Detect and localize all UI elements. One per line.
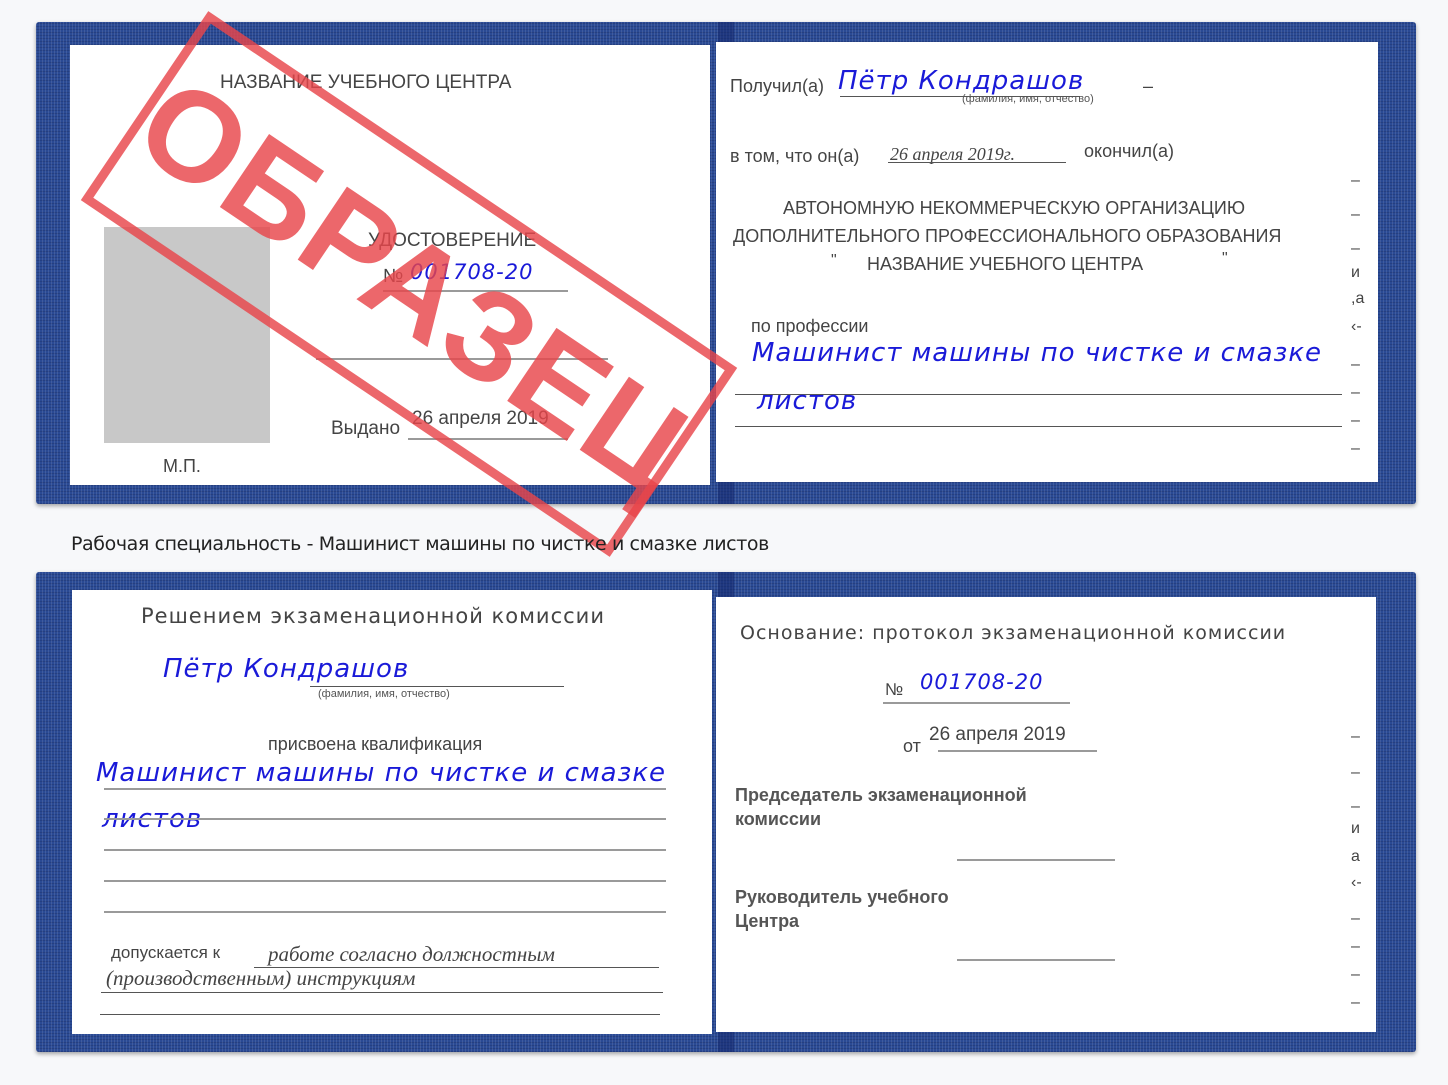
admitted-text-line2: (производственным) инструкциям [106, 966, 416, 990]
edge-mark: ‹- [1351, 874, 1362, 891]
issued-date: 26 апреля 2019 [412, 408, 549, 429]
certificate-number-prefix: № [383, 266, 404, 287]
recipient-name: Пётр Кондрашов [838, 66, 1085, 96]
recipient-name-hint: (фамилия, имя, отчество) [962, 93, 1094, 105]
person-name-underline [310, 686, 564, 687]
org-full-name-line1: АВТОНОМНУЮ НЕКОММЕРЧЕСКУЮ ОРГАНИЗАЦИЮ [783, 198, 1246, 218]
certificate-number-value: 001708-20 [410, 260, 534, 284]
org-open-quote: " [831, 252, 837, 269]
protocol-date-underline [938, 750, 1097, 752]
completed-label: окончил(а) [1084, 141, 1174, 161]
completion-date-underline [888, 162, 1066, 163]
org-full-name-line2: ДОПОЛНИТЕЛЬНОГО ПРОФЕССИОНАЛЬНОГО ОБРАЗО… [733, 226, 1282, 246]
qualification-underline-1 [104, 788, 666, 790]
specialty-caption: Рабочая специальность - Машинист машины … [71, 533, 769, 555]
head-label-line2: Центра [735, 911, 800, 931]
basis-heading: Основание: протокол экзаменационной коми… [740, 622, 1287, 644]
edge-mark: – [1351, 240, 1360, 257]
person-name: Пётр Кондрашов [163, 654, 410, 684]
head-label-line1: Руководитель учебного [735, 887, 949, 907]
edge-mark: – [1351, 356, 1360, 373]
person-name-hint: (фамилия, имя, отчество) [318, 688, 450, 700]
protocol-date-prefix: от [903, 736, 921, 756]
edge-mark: – [1351, 938, 1360, 955]
admitted-text-line1: работе согласно должностным [268, 942, 555, 966]
protocol-number-prefix: № [885, 680, 904, 699]
admitted-underline-2 [101, 992, 663, 993]
edge-mark: – [1351, 728, 1360, 745]
org-close-quote: " [1222, 250, 1228, 267]
edge-mark: – [1351, 910, 1360, 927]
photo-placeholder [104, 227, 270, 443]
certificate-title: УДОСТОВЕРЕНИЕ [368, 230, 537, 251]
edge-mark: – [1351, 440, 1360, 457]
edge-mark: – [1351, 798, 1360, 815]
that-label: в том, что он(а) [730, 146, 860, 166]
recipient-dash: – [1143, 76, 1154, 96]
edge-mark: – [1351, 994, 1360, 1011]
chairman-label-line1: Председатель экзаменационной [735, 785, 1027, 805]
protocol-number-underline [883, 702, 1070, 704]
qualification-underline-5 [104, 911, 666, 913]
qualification-underline-4 [104, 880, 666, 882]
protocol-number-value: 001708-20 [920, 670, 1044, 694]
qualification-underline-3 [104, 849, 666, 851]
profession-label: по профессии [751, 316, 869, 336]
admitted-label: допускается к [111, 943, 221, 962]
received-label: Получил(а) [730, 76, 824, 96]
edge-mark: – [1351, 384, 1360, 401]
issued-date-underline [408, 438, 568, 440]
org-name-heading: НАЗВАНИЕ УЧЕБНОГО ЦЕНТРА [220, 72, 512, 93]
org-full-name-line3: НАЗВАНИЕ УЧЕБНОГО ЦЕНТРА [867, 254, 1144, 274]
decision-heading: Решением экзаменационной комиссии [141, 604, 605, 628]
qualification-line1: Машинист машины по чистке и смазке [96, 758, 667, 788]
chairman-signature-line [957, 859, 1115, 861]
qualification-label: присвоена квалификация [268, 734, 483, 754]
edge-mark: и [1351, 820, 1360, 837]
edge-mark: – [1351, 172, 1360, 189]
edge-mark: и [1351, 264, 1360, 281]
edge-mark: ‹- [1351, 318, 1362, 335]
qualification-underline-2 [104, 818, 666, 820]
head-signature-line [957, 959, 1115, 961]
profession-line2: листов [757, 386, 858, 416]
certificate-number-underline [383, 290, 568, 292]
seal-label: М.П. [163, 456, 201, 476]
profession-line1: Машинист машины по чистке и смазке [752, 338, 1323, 368]
edge-mark: – [1351, 206, 1360, 223]
issued-label: Выдано [331, 418, 401, 439]
profession-underline-2 [735, 426, 1342, 427]
blank-signature-line [316, 358, 608, 360]
edge-mark: – [1351, 412, 1360, 429]
chairman-label-line2: комиссии [735, 809, 822, 829]
edge-mark: – [1351, 764, 1360, 781]
edge-mark: ,а [1351, 290, 1365, 307]
edge-mark: – [1351, 966, 1360, 983]
admitted-underline-3 [100, 1014, 660, 1015]
edge-mark: а [1351, 848, 1360, 865]
protocol-date-value: 26 апреля 2019 [929, 724, 1066, 745]
